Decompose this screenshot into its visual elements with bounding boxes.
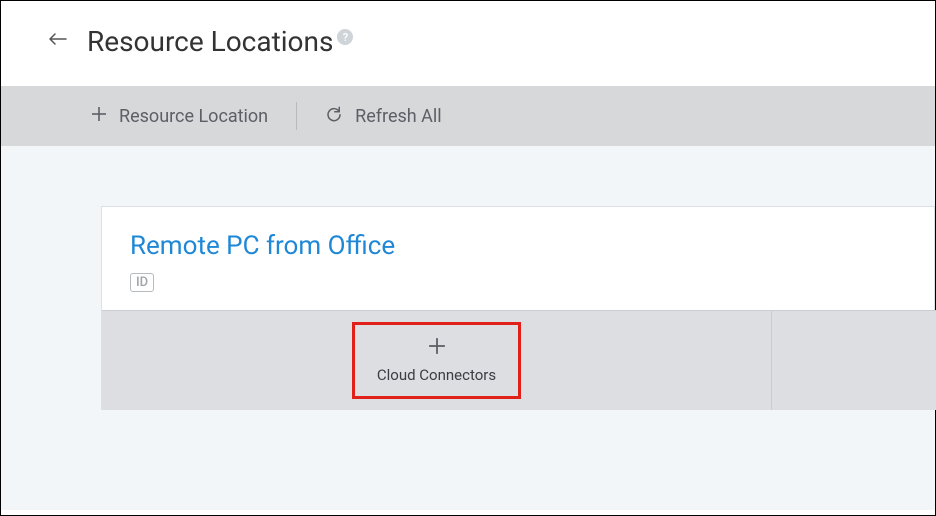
cloud-connectors-label: Cloud Connectors: [377, 366, 496, 384]
help-icon[interactable]: ?: [337, 29, 353, 45]
refresh-all-label: Refresh All: [355, 106, 442, 127]
add-resource-location-button[interactable]: Resource Location: [91, 106, 296, 127]
card-footer: Cloud Connectors: [102, 310, 936, 410]
footer-tile-empty: [772, 311, 936, 410]
resource-location-card: Remote PC from Office ID Cloud Connector…: [101, 206, 935, 410]
page-header: Resource Locations ?: [1, 1, 935, 86]
page-title-text: Resource Locations: [87, 25, 333, 58]
resource-location-name[interactable]: Remote PC from Office: [130, 231, 906, 261]
refresh-all-button[interactable]: Refresh All: [297, 105, 470, 128]
add-cloud-connectors-button[interactable]: Cloud Connectors: [352, 322, 521, 399]
plus-icon: [91, 106, 107, 127]
page-title: Resource Locations ?: [87, 25, 353, 58]
content-area: Remote PC from Office ID Cloud Connector…: [1, 146, 935, 510]
id-badge[interactable]: ID: [130, 273, 154, 292]
cloud-connectors-tile: Cloud Connectors: [102, 311, 772, 410]
back-icon[interactable]: [49, 28, 67, 52]
card-header: Remote PC from Office ID: [102, 207, 934, 310]
toolbar: Resource Location Refresh All: [1, 86, 935, 146]
refresh-icon: [325, 105, 343, 128]
add-resource-location-label: Resource Location: [119, 106, 268, 127]
plus-icon: [428, 337, 446, 360]
